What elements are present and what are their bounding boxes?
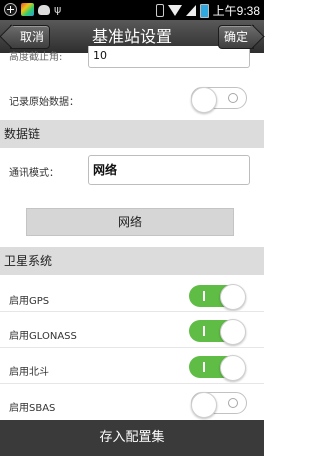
signal-icon	[185, 5, 196, 16]
toggle-on-mark	[203, 326, 205, 336]
network-button[interactable]: 网络	[26, 208, 234, 236]
toggle-off-mark	[228, 398, 238, 408]
bluetooth-icon	[155, 4, 164, 17]
usb-icon: ψ	[54, 3, 62, 16]
confirm-label: 确定	[223, 30, 248, 44]
cutoff-angle-label: 高度截止角:	[9, 52, 63, 63]
data-link-section-header: 数据链	[0, 120, 264, 148]
record-raw-toggle[interactable]	[191, 87, 247, 113]
system-icons: 上午9:38	[155, 2, 260, 19]
satellite-title: 卫星系统	[4, 254, 53, 268]
toggle-on-mark	[203, 362, 205, 372]
gps-label: 启用GPS	[9, 296, 50, 307]
status-time: 上午9:38	[212, 4, 260, 18]
toggle-off-mark	[228, 93, 238, 103]
record-raw-label: 记录原始数据：	[9, 97, 79, 108]
divider	[0, 311, 264, 312]
comm-mode-label: 通讯模式：	[9, 168, 59, 179]
glonass-label: 启用GLONASS	[9, 331, 77, 342]
beidou-toggle[interactable]	[189, 355, 246, 381]
toggle-knob	[220, 284, 246, 310]
save-config-button[interactable]: 存入配置集	[0, 420, 264, 456]
beidou-label: 启用北斗	[9, 367, 49, 378]
wifi-icon	[167, 5, 182, 16]
sbas-label: 启用SBAS	[9, 403, 56, 414]
toggle-knob	[220, 355, 246, 381]
sbas-toggle[interactable]	[191, 392, 247, 418]
toggle-knob	[220, 319, 246, 345]
battery-icon	[199, 3, 209, 18]
confirm-button[interactable]: 确定	[218, 25, 254, 49]
status-bar: ψ 上午9:38	[0, 0, 264, 20]
app-notification-icon	[21, 3, 34, 16]
gps-toggle[interactable]	[189, 284, 246, 310]
divider	[0, 347, 264, 348]
data-link-title: 数据链	[4, 127, 41, 141]
toggle-knob	[191, 87, 217, 113]
glonass-toggle[interactable]	[189, 319, 246, 345]
cat-icon	[38, 4, 50, 15]
cancel-label: 取消	[19, 30, 44, 44]
cancel-button[interactable]: 取消	[10, 25, 50, 49]
notification-icons: ψ	[4, 3, 61, 16]
divider	[0, 383, 264, 384]
add-icon	[4, 3, 17, 16]
toggle-on-mark	[203, 291, 205, 301]
comm-mode-field[interactable]: 网络	[88, 155, 250, 185]
toggle-knob	[191, 392, 217, 418]
cutoff-angle-input[interactable]: 10	[88, 46, 250, 68]
satellite-section-header: 卫星系统	[0, 247, 264, 275]
